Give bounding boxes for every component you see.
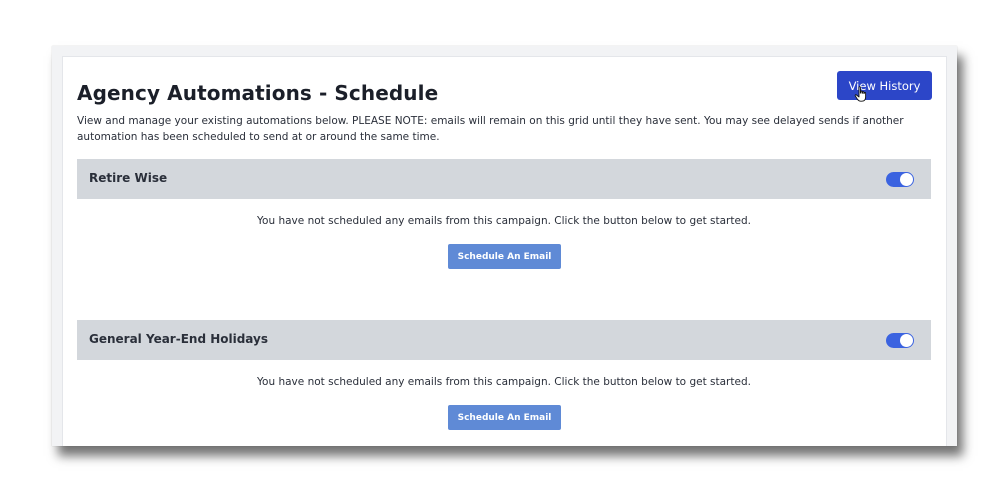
empty-campaign-message: You have not scheduled any emails from t… (257, 215, 751, 227)
screenshot-frame: Agency Automations - Schedule View Histo… (52, 46, 957, 446)
schedule-email-button[interactable]: Schedule An Email (448, 244, 561, 269)
toggle-knob (900, 173, 913, 186)
intro-text: View and manage your existing automation… (77, 115, 904, 143)
schedule-email-button[interactable]: Schedule An Email (448, 405, 561, 430)
page-title: Agency Automations - Schedule (77, 81, 439, 105)
empty-campaign-message: You have not scheduled any emails from t… (257, 376, 751, 388)
campaign-toggle[interactable] (886, 172, 914, 187)
campaign-toggle[interactable] (886, 333, 914, 348)
toggle-knob (900, 334, 913, 347)
campaign-name: General Year-End Holidays (89, 332, 269, 346)
campaign-header-retire-wise: Retire Wise (77, 159, 931, 199)
campaign-header-general-year-end-holidays: General Year-End Holidays (77, 320, 931, 360)
automations-card: Agency Automations - Schedule View Histo… (62, 56, 947, 446)
view-history-button[interactable]: View History (837, 71, 932, 100)
campaign-name: Retire Wise (89, 171, 168, 185)
hand-pointer-icon (854, 86, 867, 102)
